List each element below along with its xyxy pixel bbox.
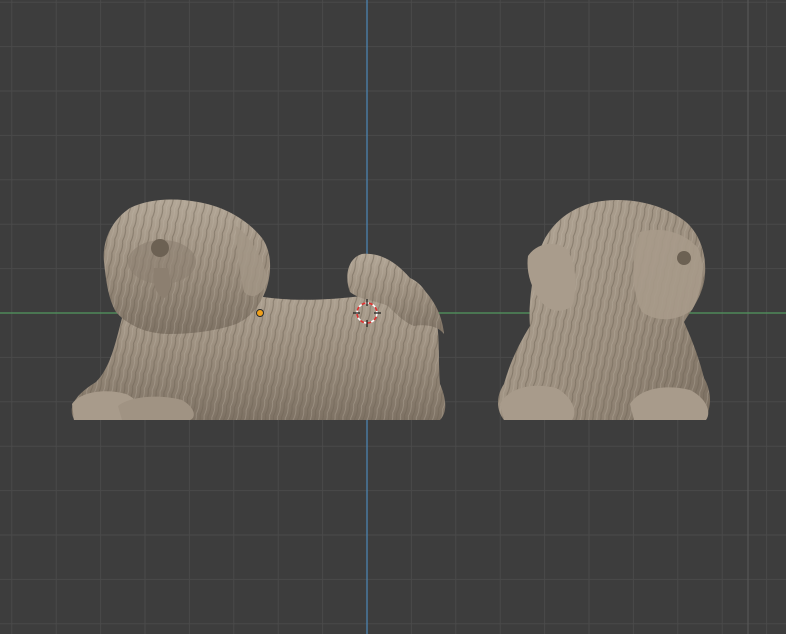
3d-viewport[interactable] <box>0 0 786 634</box>
dog-front-face <box>633 229 703 320</box>
scene-objects[interactable] <box>0 0 786 634</box>
dog-front-nose <box>677 251 691 265</box>
dog-side-nose <box>151 239 169 257</box>
object-origin-icon[interactable] <box>256 309 264 317</box>
dog-front-view[interactable] <box>498 200 710 420</box>
